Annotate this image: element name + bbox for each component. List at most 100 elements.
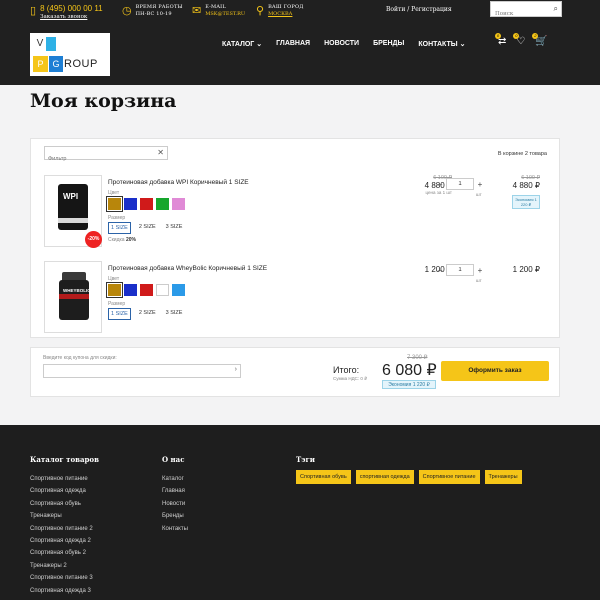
checkout-button[interactable]: Оформить заказ (441, 361, 549, 381)
search-input[interactable] (491, 7, 549, 21)
item-total: 1 200 ₽ (513, 265, 540, 274)
footer-catalog-title: Каталог товаров (30, 455, 99, 464)
tag[interactable]: Тренажеры (484, 470, 522, 484)
product-bag-graphic: WPI (58, 184, 88, 230)
color-swatch[interactable] (140, 198, 153, 210)
mail-icon: ✉ (192, 5, 202, 17)
logo-v: V (34, 37, 46, 58)
checkout-panel: Введите код купона для скидки: › Итого: … (30, 347, 560, 397)
header-actions: ⇄ 0 ♡ 0 🛒 2 (495, 33, 548, 47)
footer-link[interactable]: Спортивное питание 3 (30, 572, 99, 584)
footer-link[interactable]: Спортивная одежда 2 (30, 535, 99, 547)
increase-button[interactable]: + (474, 180, 486, 189)
tag[interactable]: спортивная одежда (355, 470, 414, 484)
footer-link[interactable]: Новости (162, 498, 188, 510)
compare-icon[interactable]: ⇄ 0 (495, 33, 506, 47)
footer-link[interactable]: Спортивное питание 2 (30, 523, 99, 535)
footer-link[interactable]: Спортивная обувь 2 (30, 547, 99, 559)
vat-text: Сумма НДС: 0 ₽ (333, 376, 368, 381)
size-option[interactable]: 1 SIZE (108, 222, 131, 234)
wishlist-icon[interactable]: ♡ 0 (513, 33, 525, 47)
economy-badge: Экономия 1 220 ₽ (512, 195, 540, 209)
tag[interactable]: Спортивное питание (418, 470, 480, 484)
footer-link[interactable]: Спортивное питание (30, 473, 99, 485)
city-label: ВАШ ГОРОД (268, 4, 304, 10)
site-footer: Каталог товаров Спортивное питание Спорт… (0, 425, 600, 600)
quantity-input[interactable] (446, 178, 474, 190)
cart-count-text: В корзине 2 товара (497, 151, 547, 157)
total-label: Итого: (333, 365, 360, 375)
color-swatch[interactable] (106, 196, 123, 212)
search-box: ⌕ (490, 1, 562, 21)
nav-contacts[interactable]: КОНТАКТЫ ⌄ (418, 40, 465, 48)
color-swatch[interactable] (106, 282, 123, 298)
size-option[interactable]: 3 SIZE (164, 222, 185, 234)
email-block: ✉ E-MAIL MSK@TEST.RU (192, 4, 245, 24)
search-icon[interactable]: ⌕ (554, 4, 558, 14)
clock-icon: ◷ (122, 5, 132, 17)
color-swatch[interactable] (156, 284, 169, 296)
color-swatch[interactable] (124, 284, 137, 296)
logo-roup: ROUP (64, 58, 98, 70)
city-selector[interactable]: МОСКВА (268, 11, 304, 18)
color-swatch[interactable] (124, 198, 137, 210)
decrease-button[interactable]: – (434, 180, 446, 189)
footer-link[interactable]: Бренды (162, 510, 188, 522)
phone-block: ▯ 8 (495) 000 00 11 Заказать звонок (30, 4, 103, 24)
color-label: Цвет (108, 276, 120, 282)
nav-brands[interactable]: БРЕНДЫ (373, 40, 404, 48)
product-image[interactable]: WHEYBOLIC (44, 261, 102, 333)
decrease-button[interactable]: – (434, 266, 446, 275)
clear-icon[interactable]: ✕ (157, 148, 164, 157)
footer-tags-title: Тэги (296, 455, 315, 464)
size-options: 1 SIZE 2 SIZE 3 SIZE (108, 222, 184, 234)
size-label: Размер (108, 301, 126, 307)
product-name[interactable]: Протеиновая добавка WPI Коричневый 1 SIZ… (108, 179, 249, 186)
chevron-right-icon[interactable]: › (235, 366, 237, 373)
phone-number[interactable]: 8 (495) 000 00 11 (40, 4, 103, 13)
color-swatch[interactable] (156, 198, 169, 210)
saving-info: Скидка 20% (108, 237, 136, 243)
product-image[interactable]: WPI -20% (44, 175, 102, 248)
color-swatch[interactable] (140, 284, 153, 296)
logo[interactable]: V P G ROUP (30, 33, 110, 76)
size-option[interactable]: 2 SIZE (137, 308, 158, 320)
color-swatch[interactable] (172, 198, 185, 210)
unit-label: шт (476, 278, 482, 283)
footer-link[interactable]: Каталог (162, 473, 188, 485)
footer-link[interactable]: Тренажеры (30, 510, 99, 522)
product-name[interactable]: Протеиновая добавка WheyBolic Коричневый… (108, 265, 267, 272)
quantity-input[interactable] (446, 264, 474, 276)
product-bag-band (58, 218, 88, 223)
footer-link[interactable]: Контакты (162, 523, 188, 535)
footer-link[interactable]: Спортивная одежда (30, 485, 99, 497)
email-link[interactable]: MSK@TEST.RU (205, 11, 245, 18)
hours-label: ВРЕМЯ РАБОТЫ (135, 4, 183, 10)
nav-home[interactable]: ГЛАВНАЯ (276, 40, 310, 48)
hours-value: ПН-ВС 10-19 (135, 11, 172, 17)
footer-link[interactable]: Главная (162, 485, 188, 497)
footer-link[interactable]: Спортивная одежда 3 (30, 585, 99, 597)
total-price: 4 880 ₽ (512, 181, 540, 190)
login-link[interactable]: Войти / Регистрация (386, 6, 452, 13)
increase-button[interactable]: + (474, 266, 486, 275)
size-option[interactable]: 1 SIZE (108, 308, 131, 320)
logo-g: G (49, 56, 63, 72)
size-option[interactable]: 3 SIZE (164, 308, 185, 320)
filter-input[interactable] (45, 153, 155, 165)
nav-catalog[interactable]: КАТАЛОГ ⌄ (222, 40, 262, 48)
footer-link[interactable]: Тренажеры 2 (30, 560, 99, 572)
cart-icon[interactable]: 🛒 2 (532, 33, 548, 47)
size-option[interactable]: 2 SIZE (137, 222, 158, 234)
footer-link[interactable]: Спортивная обувь (30, 498, 99, 510)
site-header: ▯ 8 (495) 000 00 11 Заказать звонок ◷ ВР… (0, 0, 600, 85)
nav-news[interactable]: НОВОСТИ (324, 40, 359, 48)
coupon-label: Введите код купона для скидки: (43, 355, 117, 361)
quantity-stepper: – + (434, 178, 486, 190)
coupon-input[interactable] (44, 371, 229, 383)
tag[interactable]: Спортивная обувь (296, 470, 351, 484)
color-swatch[interactable] (172, 284, 185, 296)
saving-label: Скидка (108, 237, 125, 243)
callback-link[interactable]: Заказать звонок (40, 13, 103, 21)
size-label: Размер (108, 215, 126, 221)
